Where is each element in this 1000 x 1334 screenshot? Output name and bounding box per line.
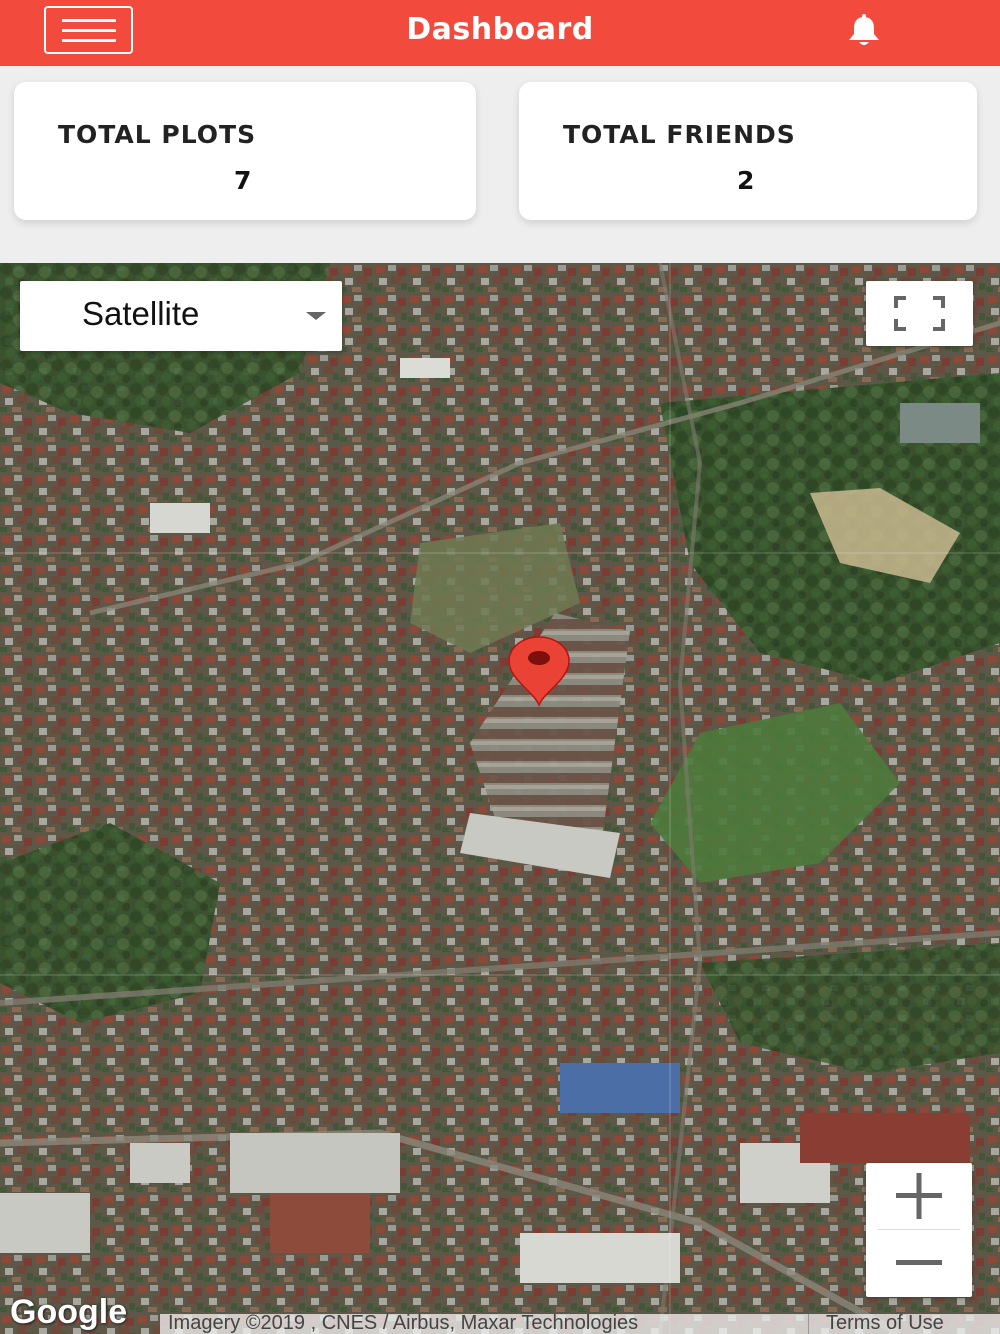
map-type-label: Satellite bbox=[82, 295, 200, 332]
minus-icon bbox=[896, 1260, 942, 1265]
total-friends-label: TOTAL FRIENDS bbox=[563, 120, 796, 149]
zoom-in-button[interactable] bbox=[866, 1163, 972, 1229]
google-logo: Google bbox=[10, 1293, 128, 1331]
total-plots-card[interactable]: TOTAL PLOTS 7 bbox=[14, 82, 476, 220]
imagery-attribution: Imagery ©2019 , CNES / Airbus, Maxar Tec… bbox=[168, 1312, 639, 1334]
app-header: Dashboard bbox=[0, 0, 1000, 66]
bell-icon[interactable] bbox=[844, 14, 884, 48]
zoom-out-button[interactable] bbox=[866, 1230, 972, 1296]
satellite-map[interactable]: Satellite Google Imagery ©2019 , CNES / … bbox=[0, 263, 1000, 1334]
map-type-select[interactable]: Satellite bbox=[20, 281, 342, 351]
total-plots-label: TOTAL PLOTS bbox=[58, 120, 257, 149]
total-friends-value: 2 bbox=[737, 166, 755, 195]
satellite-imagery bbox=[0, 263, 1000, 1334]
total-plots-value: 7 bbox=[234, 166, 252, 195]
terms-of-use-link[interactable]: Terms of Use bbox=[826, 1312, 944, 1334]
map-attribution-bar: Imagery ©2019 , CNES / Airbus, Maxar Tec… bbox=[160, 1312, 1000, 1334]
zoom-control bbox=[866, 1163, 972, 1297]
fullscreen-icon bbox=[894, 296, 945, 331]
total-friends-card[interactable]: TOTAL FRIENDS 2 bbox=[519, 82, 977, 220]
chevron-down-icon bbox=[306, 312, 326, 320]
fullscreen-button[interactable] bbox=[866, 281, 973, 346]
plus-icon bbox=[896, 1173, 942, 1219]
attribution-divider bbox=[808, 1314, 809, 1334]
map-pin-icon[interactable] bbox=[503, 635, 575, 707]
